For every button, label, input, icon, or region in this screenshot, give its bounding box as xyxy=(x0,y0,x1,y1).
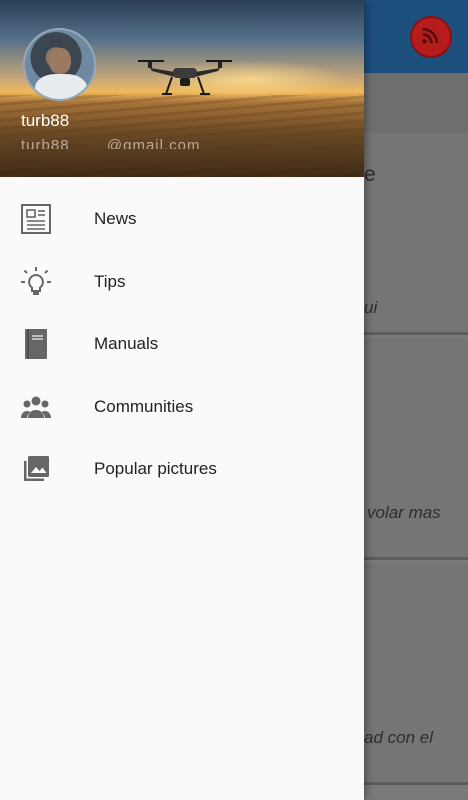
newspaper-icon xyxy=(20,203,52,235)
card-text-fragment: ad con el xyxy=(364,728,433,747)
menu-item-communities[interactable]: Communities xyxy=(0,376,364,439)
card-text-fragment: e xyxy=(364,163,376,186)
drawer-menu: News Tips Manuals Communities Popular pi… xyxy=(0,188,364,501)
drone-image xyxy=(138,60,232,95)
photo-library-icon xyxy=(20,453,52,485)
menu-item-label: Tips xyxy=(94,271,126,291)
account-username: turb88 xyxy=(21,111,70,130)
card-text-fragment: volar mas xyxy=(367,503,441,522)
lightbulb-icon xyxy=(20,266,52,298)
menu-item-manuals[interactable]: Manuals xyxy=(0,313,364,376)
rss-feed-icon xyxy=(420,24,442,51)
account-email: turb88____@gmail.com xyxy=(21,137,201,149)
menu-item-label: Manuals xyxy=(94,334,159,354)
menu-item-label: News xyxy=(94,209,137,229)
menu-item-label: Popular pictures xyxy=(94,459,217,479)
menu-item-label: Communities xyxy=(94,396,194,416)
menu-item-popular-pictures[interactable]: Popular pictures xyxy=(0,438,364,501)
menu-item-tips[interactable]: Tips xyxy=(0,251,364,314)
group-icon xyxy=(20,391,52,423)
drawer-header: turb88 turb88____@gmail.com xyxy=(0,0,364,177)
avatar[interactable] xyxy=(23,28,96,101)
rss-feed-button[interactable] xyxy=(410,16,452,58)
book-icon xyxy=(20,328,52,360)
card-text-fragment: ui xyxy=(364,298,378,317)
menu-item-news[interactable]: News xyxy=(0,188,364,251)
navigation-drawer: turb88 turb88____@gmail.com News Tips Ma… xyxy=(0,0,364,800)
